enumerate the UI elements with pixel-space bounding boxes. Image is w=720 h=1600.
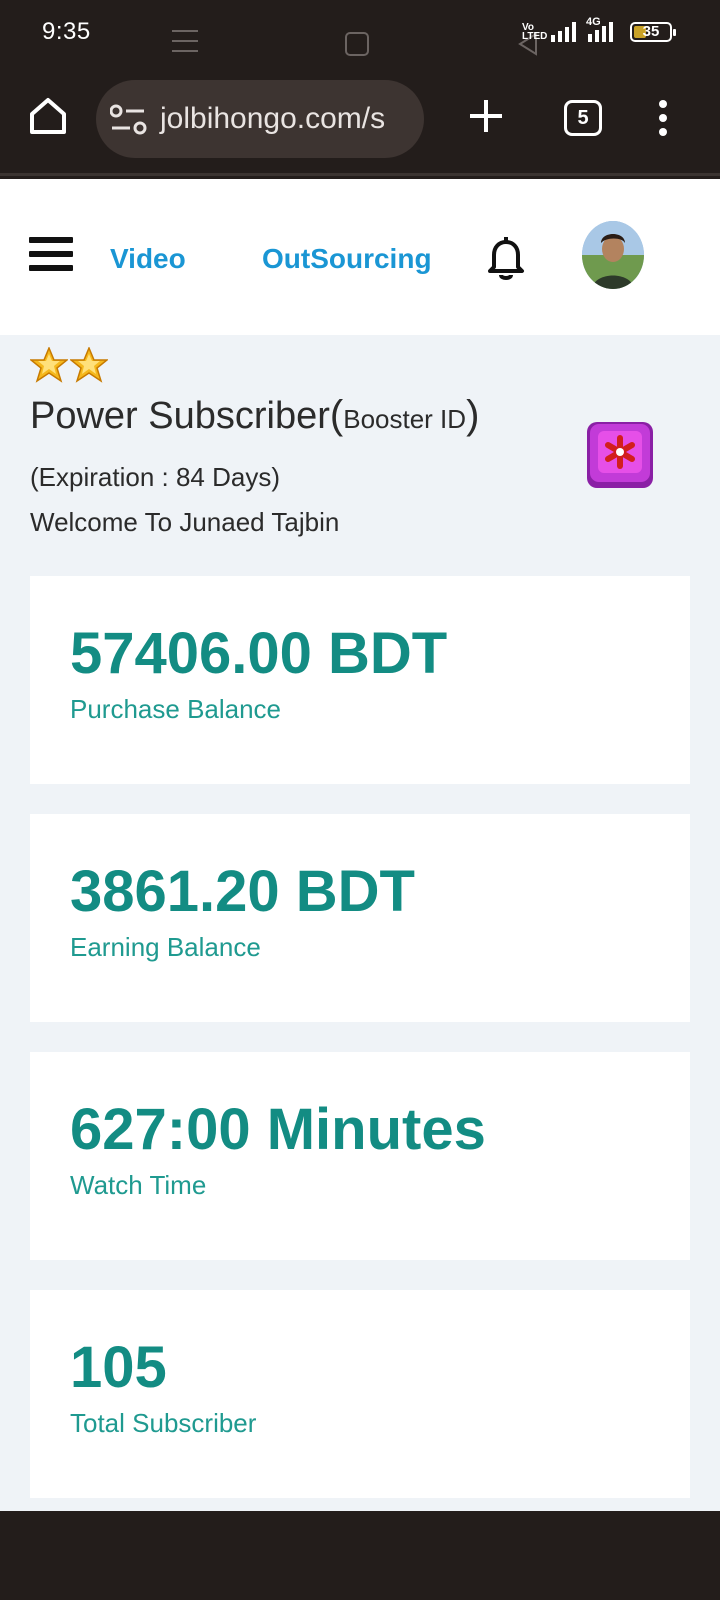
card-label: Total Subscriber bbox=[70, 1408, 257, 1438]
page-content: Video OutSourcing Power Subscriber(Boost… bbox=[0, 179, 720, 1511]
expiration-text: (Expiration : 84 Days) bbox=[30, 462, 280, 492]
welcome-text: Welcome To Junaed Tajbin bbox=[30, 507, 340, 537]
card-value: 57406.00 BDT bbox=[70, 621, 448, 686]
battery-icon: 35 bbox=[630, 22, 676, 42]
watch-time-card: 627:00 Minutes Watch Time bbox=[30, 1052, 690, 1260]
nav-link-outsourcing[interactable]: OutSourcing bbox=[262, 243, 432, 275]
site-header: Video OutSourcing bbox=[0, 179, 720, 335]
status-bar: 9:35 Vo LTED 4G 35 bbox=[0, 0, 720, 66]
overlay-menu-icon bbox=[172, 30, 198, 56]
new-tab-icon[interactable] bbox=[466, 96, 506, 136]
url-text[interactable]: jolbihongo.com/s bbox=[160, 102, 385, 136]
more-options-icon[interactable] bbox=[654, 100, 672, 140]
purchase-balance-card: 57406.00 BDT Purchase Balance bbox=[30, 576, 690, 784]
card-label: Earning Balance bbox=[70, 932, 261, 962]
card-label: Watch Time bbox=[70, 1170, 207, 1200]
card-value: 627:00 Minutes bbox=[70, 1097, 486, 1162]
notification-bell-icon[interactable] bbox=[486, 233, 526, 281]
volte-label: Vo LTED bbox=[522, 22, 548, 42]
status-indicators: Vo LTED 4G 35 bbox=[522, 16, 676, 44]
site-settings-icon[interactable] bbox=[110, 104, 148, 136]
rank-stars bbox=[30, 347, 108, 383]
booster-id-label: Booster ID bbox=[343, 404, 467, 434]
booster-badge-icon bbox=[587, 422, 653, 488]
signal-4g-icon bbox=[588, 22, 613, 42]
battery-level: 35 bbox=[642, 23, 660, 40]
tab-switcher-button[interactable]: 5 bbox=[564, 100, 602, 136]
avatar[interactable] bbox=[582, 221, 644, 289]
address-bar[interactable]: jolbihongo.com/s bbox=[96, 80, 424, 158]
card-value: 3861.20 BDT bbox=[70, 859, 415, 924]
network-type: 4G bbox=[582, 16, 618, 44]
card-value: 105 bbox=[70, 1335, 167, 1400]
browser-toolbar: jolbihongo.com/s 5 bbox=[0, 66, 720, 176]
signal-icon bbox=[551, 22, 576, 42]
home-icon[interactable] bbox=[26, 94, 70, 138]
card-label: Purchase Balance bbox=[70, 694, 282, 724]
star-icon bbox=[30, 347, 68, 383]
page-title: Power Subscriber(Booster ID) bbox=[30, 393, 480, 437]
system-navigation-bar bbox=[0, 1511, 720, 1600]
earning-balance-card: 3861.20 BDT Earning Balance bbox=[30, 814, 690, 1022]
status-time: 9:35 bbox=[42, 18, 91, 45]
total-subscriber-card: 105 Total Subscriber bbox=[30, 1290, 690, 1498]
overlay-home-icon bbox=[345, 32, 369, 56]
hamburger-menu-icon[interactable] bbox=[29, 237, 73, 277]
star-icon bbox=[70, 347, 108, 383]
nav-link-video[interactable]: Video bbox=[110, 243, 186, 275]
